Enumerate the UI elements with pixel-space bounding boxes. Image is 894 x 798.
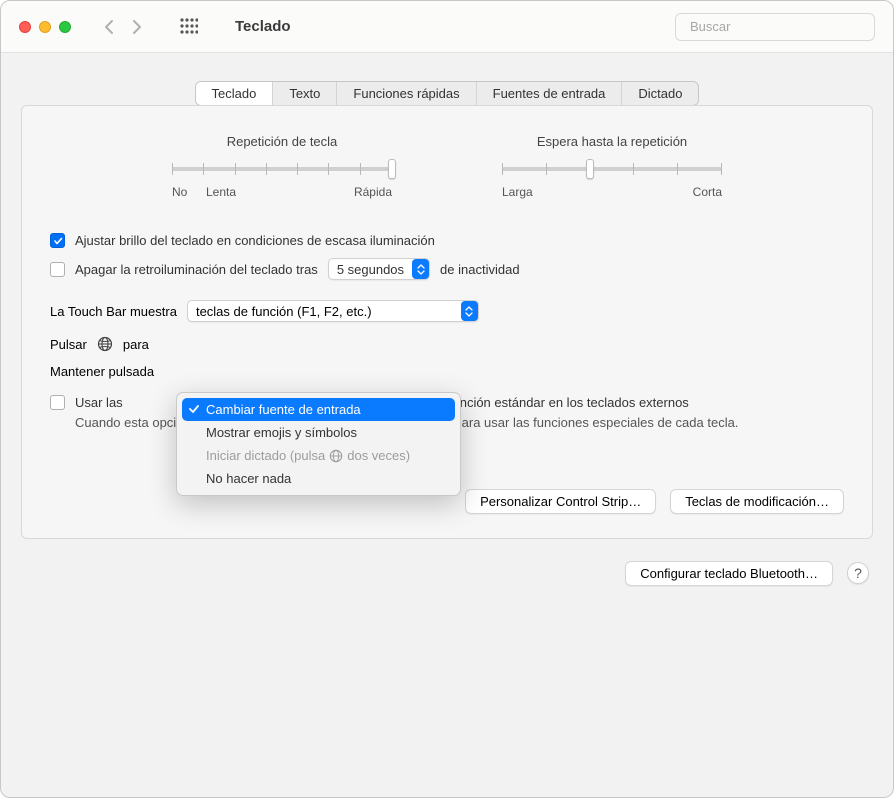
minimize-button[interactable] [39, 21, 51, 33]
select-arrows-icon [461, 301, 478, 321]
label-fn-prefix: Usar las [75, 395, 123, 410]
bluetooth-keyboard-button[interactable]: Configurar teclado Bluetooth… [625, 561, 833, 586]
window-controls [19, 21, 71, 33]
key-repeat-group: Repetición de tecla No Lenta Rápida [172, 134, 392, 199]
label-backlight-suffix: de inactividad [440, 262, 520, 277]
popup-label-prefix: Iniciar dictado (pulsa [206, 448, 325, 463]
sliders-row: Repetición de tecla No Lenta Rápida [50, 134, 844, 199]
window-title: Teclado [235, 18, 291, 35]
footer: Configurar teclado Bluetooth… ? [21, 561, 873, 586]
popup-label: No hacer nada [206, 471, 291, 486]
search-input[interactable] [690, 19, 866, 34]
key-repeat-label-slow: Lenta [206, 185, 236, 199]
tab-shortcuts[interactable]: Funciones rápidas [337, 82, 476, 105]
row-touch-bar: La Touch Bar muestra teclas de función (… [50, 300, 844, 322]
row-hold-globe: Mantener pulsada [50, 364, 844, 379]
key-repeat-slider[interactable] [172, 159, 392, 181]
tab-keyboard[interactable]: Teclado [196, 82, 274, 105]
row-backlight-off: Apagar la retroiluminación del teclado t… [50, 258, 844, 280]
forward-button[interactable] [125, 11, 149, 43]
globe-action-popup: Cambiar fuente de entrada Mostrar emojis… [176, 392, 461, 496]
delay-repeat-title: Espera hasta la repetición [537, 134, 687, 149]
popup-item-dictation[interactable]: Iniciar dictado (pulsa dos veces) [182, 444, 455, 467]
key-repeat-label-fast: Rápida [354, 185, 392, 199]
tab-strip: Teclado Texto Funciones rápidas Fuentes … [195, 81, 700, 106]
popup-label: Mostrar emojis y símbolos [206, 425, 357, 440]
all-preferences-button[interactable] [171, 11, 207, 43]
delay-repeat-thumb[interactable] [586, 159, 594, 179]
delay-repeat-label-long: Larga [502, 185, 533, 199]
panel: Repetición de tecla No Lenta Rápida [21, 105, 873, 539]
checkbox-backlight-off[interactable] [50, 262, 65, 277]
nav-group [97, 11, 149, 43]
delay-repeat-label-short: Corta [693, 185, 722, 199]
delay-repeat-group: Espera hasta la repetición Larga Corta [502, 134, 722, 199]
row-press-globe: Pulsar para [50, 336, 844, 352]
label-press-suffix: para [123, 337, 149, 352]
checkbox-adjust-brightness[interactable] [50, 233, 65, 248]
customize-control-strip-button[interactable]: Personalizar Control Strip… [465, 489, 656, 514]
popup-label-suffix: dos veces) [347, 448, 410, 463]
checkbox-fn-keys[interactable] [50, 395, 65, 410]
row-adjust-brightness: Ajustar brillo del teclado en condicione… [50, 233, 844, 248]
titlebar: Teclado [1, 1, 893, 53]
label-touch-bar: La Touch Bar muestra [50, 304, 177, 319]
preferences-window: Teclado Teclado Texto Funciones rápidas … [0, 0, 894, 798]
popup-item-emoji[interactable]: Mostrar emojis y símbolos [182, 421, 455, 444]
label-hold: Mantener pulsada [50, 364, 154, 379]
check-icon [188, 403, 200, 418]
tab-dictation[interactable]: Dictado [622, 82, 698, 105]
popup-item-nothing[interactable]: No hacer nada [182, 467, 455, 490]
label-press: Pulsar [50, 337, 87, 352]
zoom-button[interactable] [59, 21, 71, 33]
tab-text[interactable]: Texto [273, 82, 337, 105]
popup-item-change-input[interactable]: Cambiar fuente de entrada [182, 398, 455, 421]
help-button[interactable]: ? [847, 562, 869, 584]
select-backlight-delay[interactable]: 5 segundos [328, 258, 430, 280]
back-button[interactable] [97, 11, 121, 43]
close-button[interactable] [19, 21, 31, 33]
key-repeat-thumb[interactable] [388, 159, 396, 179]
tabs: Teclado Texto Funciones rápidas Fuentes … [21, 81, 873, 106]
globe-icon [329, 449, 343, 463]
label-adjust-brightness: Ajustar brillo del teclado en condicione… [75, 233, 435, 248]
select-arrows-icon [412, 259, 429, 279]
label-backlight-prefix: Apagar la retroiluminación del teclado t… [75, 262, 318, 277]
tab-input-sources[interactable]: Fuentes de entrada [477, 82, 623, 105]
popup-label: Cambiar fuente de entrada [206, 402, 361, 417]
key-repeat-title: Repetición de tecla [227, 134, 338, 149]
globe-icon [97, 336, 113, 352]
search-field[interactable] [675, 13, 875, 41]
delay-repeat-slider[interactable] [502, 159, 722, 181]
content: Teclado Texto Funciones rápidas Fuentes … [1, 53, 893, 604]
key-repeat-label-off: No [172, 185, 187, 199]
modifier-keys-button[interactable]: Teclas de modificación… [670, 489, 844, 514]
select-touch-bar[interactable]: teclas de función (F1, F2, etc.) [187, 300, 479, 322]
select-touch-bar-value: teclas de función (F1, F2, etc.) [196, 304, 372, 319]
select-backlight-value: 5 segundos [337, 262, 404, 277]
